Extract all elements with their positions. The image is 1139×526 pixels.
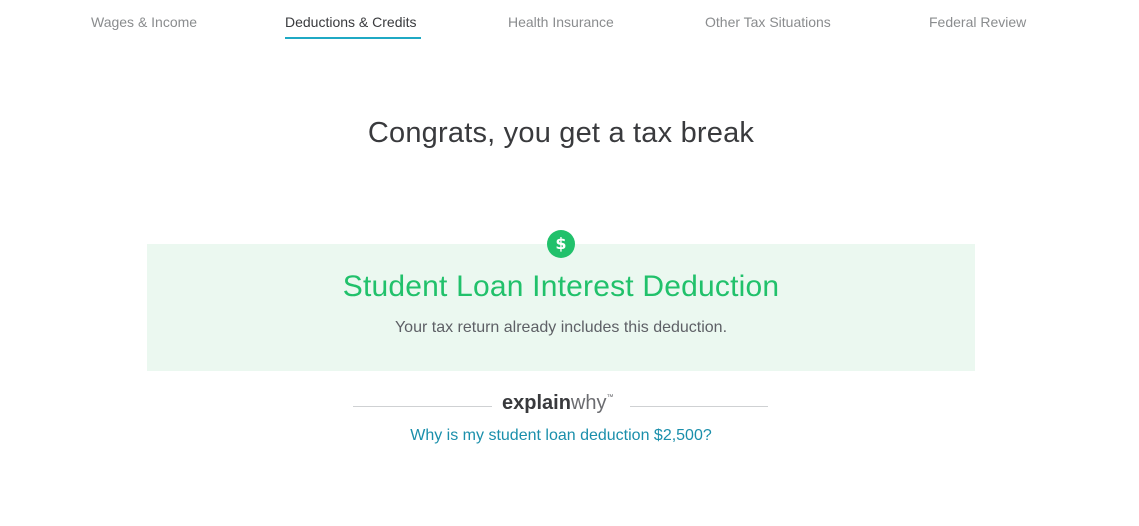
tab-deductions-credits[interactable]: Deductions & Credits [285,14,417,31]
trademark-symbol: ™ [606,394,614,401]
deduction-card: Student Loan Interest Deduction Your tax… [147,244,975,371]
active-tab-indicator [285,37,421,39]
divider-left [353,406,492,407]
deduction-subtitle: Your tax return already includes this de… [394,319,728,336]
deduction-title: Student Loan Interest Deduction [342,270,780,303]
explain-why-link[interactable]: Why is my student loan deduction $2,500? [0,427,1122,445]
explainwhy-logo-light: why [570,392,607,414]
tab-federal-review[interactable]: Federal Review [929,14,1026,31]
tab-wages-income[interactable]: Wages & Income [91,14,197,31]
divider-right [630,406,768,407]
dollar-icon: $ [547,230,575,258]
page: Wages & Income Deductions & Credits Heal… [0,0,1139,526]
explainwhy-logo-bold: explain [502,392,571,414]
page-title: Congrats, you get a tax break [367,117,755,149]
tab-navigation: Wages & Income Deductions & Credits Heal… [0,0,1139,44]
explainwhy-logo: explainwhy™ [502,392,614,415]
tab-other-tax-situations[interactable]: Other Tax Situations [705,14,831,31]
tab-health-insurance[interactable]: Health Insurance [508,14,614,31]
